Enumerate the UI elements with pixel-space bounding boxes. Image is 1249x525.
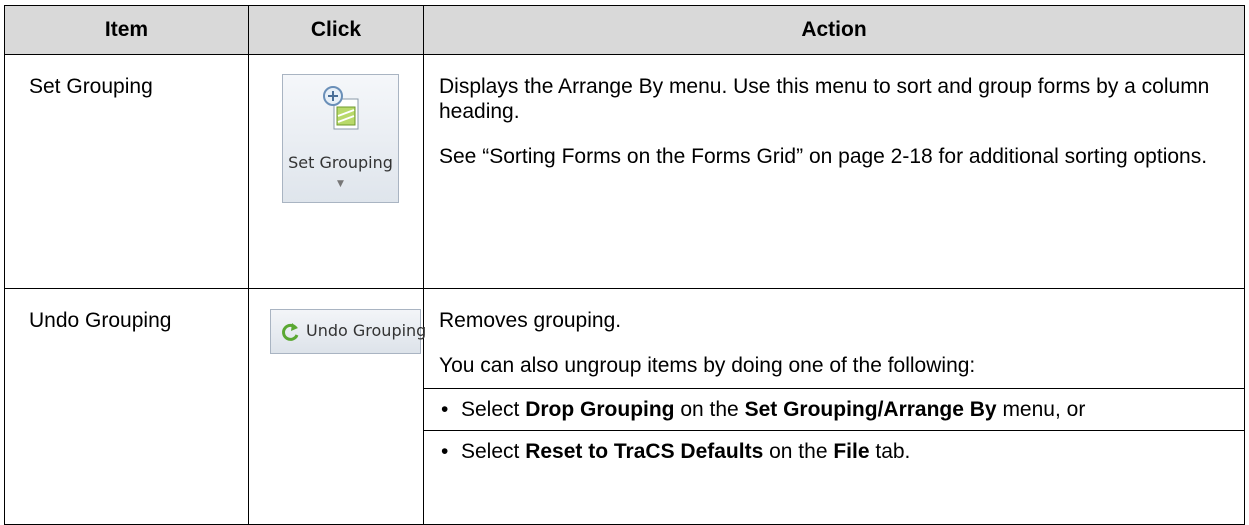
header-row: Item Click Action	[4, 5, 1245, 55]
action-text: You can also ungroup items by doing one …	[439, 354, 976, 377]
action-text: Removes grouping.	[439, 309, 622, 332]
set-grouping-icon	[323, 86, 359, 130]
undo-grouping-button[interactable]: Undo Grouping	[270, 309, 426, 354]
action-text: Displays the Arrange By menu. Use this m…	[439, 75, 1210, 123]
action-text: See “Sorting Forms on the Forms Grid” on…	[439, 145, 1208, 168]
item-cell: Undo Grouping	[4, 288, 249, 525]
set-grouping-label: Set Grouping	[288, 153, 393, 172]
click-cell: Set Grouping ▼	[248, 54, 424, 289]
table-row: Undo Grouping Undo Grouping Removes grou…	[4, 288, 1245, 525]
undo-grouping-icon	[282, 323, 299, 341]
click-cell: Undo Grouping	[248, 288, 426, 525]
undo-grouping-label: Undo Grouping	[306, 321, 427, 340]
header-click: Click	[248, 5, 424, 55]
bullet-list: Select Drop Grouping on the Set Grouping…	[439, 397, 1244, 422]
divider	[424, 430, 1244, 431]
action-cell: Removes grouping. You can also ungroup i…	[423, 288, 1245, 525]
reference-table: Item Click Action Set Grouping Set Group…	[4, 5, 1245, 525]
divider	[424, 388, 1244, 389]
list-item: Select Drop Grouping on the Set Grouping…	[439, 397, 1244, 422]
set-grouping-button[interactable]: Set Grouping ▼	[282, 74, 399, 203]
table-row: Set Grouping Set Grouping ▼ Displays the…	[4, 54, 1245, 289]
header-item: Item	[4, 5, 249, 55]
bullet-list: Select Reset to TraCS Defaults on the Fi…	[439, 439, 1244, 464]
chevron-down-icon: ▼	[337, 179, 344, 189]
action-cell: Displays the Arrange By menu. Use this m…	[423, 54, 1245, 289]
list-item: Select Reset to TraCS Defaults on the Fi…	[439, 439, 1244, 464]
header-action: Action	[423, 5, 1245, 55]
item-cell: Set Grouping	[4, 54, 249, 289]
